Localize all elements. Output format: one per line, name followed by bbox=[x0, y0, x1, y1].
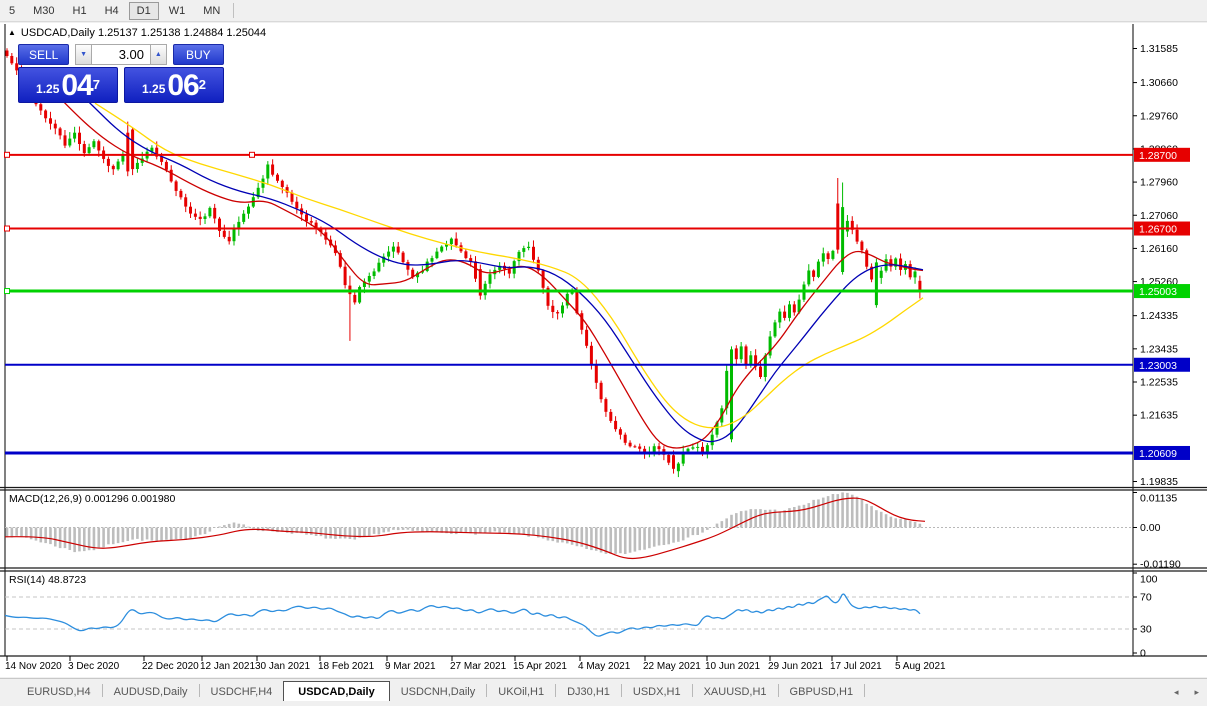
collapse-arrow-icon[interactable]: ▲ bbox=[8, 28, 16, 37]
svg-text:1.23435: 1.23435 bbox=[1140, 343, 1178, 355]
svg-text:18 Feb 2021: 18 Feb 2021 bbox=[318, 661, 375, 672]
svg-text:22 May 2021: 22 May 2021 bbox=[643, 661, 701, 672]
tab-audusd-daily[interactable]: AUDUSD,Daily bbox=[103, 682, 199, 702]
svg-text:1.20609: 1.20609 bbox=[1139, 448, 1177, 460]
svg-text:17 Jul 2021: 17 Jul 2021 bbox=[830, 661, 882, 672]
tab-scroll-left-button[interactable]: ◂ bbox=[1166, 683, 1187, 702]
tab-eurusd-h4[interactable]: EURUSD,H4 bbox=[16, 682, 102, 702]
timeframe-button-h4[interactable]: H4 bbox=[97, 2, 127, 20]
timeframe-button-mn[interactable]: MN bbox=[195, 2, 228, 20]
hline-handle[interactable] bbox=[4, 288, 10, 295]
svg-text:1.28700: 1.28700 bbox=[1139, 150, 1177, 162]
tab-usdcnh-daily[interactable]: USDCNH,Daily bbox=[390, 682, 487, 702]
timeframe-button-h1[interactable]: H1 bbox=[65, 2, 95, 20]
svg-text:1.30660: 1.30660 bbox=[1140, 77, 1178, 89]
svg-text:1.31585: 1.31585 bbox=[1140, 43, 1178, 55]
chart-symbol-label: USDCAD,Daily bbox=[20, 27, 95, 39]
svg-text:29 Jun 2021: 29 Jun 2021 bbox=[768, 661, 823, 672]
tab-scroll-right-button[interactable]: ▸ bbox=[1186, 683, 1207, 702]
svg-text:1.25003: 1.25003 bbox=[1139, 286, 1177, 298]
svg-text:3 Dec 2020: 3 Dec 2020 bbox=[68, 661, 120, 672]
window-bottom-strip bbox=[0, 701, 1207, 706]
ask-price-pip: 2 bbox=[198, 77, 206, 92]
tab-usdx-h1[interactable]: USDX,H1 bbox=[622, 682, 692, 702]
svg-text:0.01135: 0.01135 bbox=[1140, 493, 1177, 505]
svg-text:30: 30 bbox=[1140, 624, 1152, 636]
svg-text:1.21635: 1.21635 bbox=[1140, 410, 1178, 422]
svg-text:14 Nov 2020: 14 Nov 2020 bbox=[5, 661, 62, 672]
svg-text:12 Jan 2021: 12 Jan 2021 bbox=[200, 661, 255, 672]
svg-text:5 Aug 2021: 5 Aug 2021 bbox=[895, 661, 946, 672]
svg-text:10 Jun 2021: 10 Jun 2021 bbox=[705, 661, 760, 672]
chart-title: ▲ USDCAD,Daily 1.25137 1.25138 1.24884 1.… bbox=[8, 27, 266, 39]
tab-gbpusd-h1[interactable]: GBPUSD,H1 bbox=[779, 682, 865, 702]
volume-input[interactable] bbox=[92, 44, 150, 65]
hline-handle[interactable] bbox=[249, 151, 255, 158]
volume-decrease-button[interactable]: ▼ bbox=[75, 44, 92, 65]
svg-text:15 Apr 2021: 15 Apr 2021 bbox=[513, 661, 567, 672]
timeframe-button-5[interactable]: 5 bbox=[1, 2, 23, 20]
svg-text:1.23003: 1.23003 bbox=[1139, 360, 1177, 372]
ask-price-prefix: 1.25 bbox=[142, 82, 166, 96]
svg-text:100: 100 bbox=[1140, 574, 1158, 586]
buy-button[interactable]: BUY bbox=[172, 44, 224, 65]
svg-text:1.27060: 1.27060 bbox=[1140, 210, 1178, 222]
svg-text:9 Mar 2021: 9 Mar 2021 bbox=[385, 661, 436, 672]
trading-platform-window: { "toolbar": { "timeframes": ["5", "M30"… bbox=[0, 0, 1207, 706]
rsi-label: RSI(14) 48.8723 bbox=[9, 574, 86, 586]
toolbar-separator bbox=[233, 3, 235, 18]
timeframe-button-w1[interactable]: W1 bbox=[161, 2, 194, 20]
tab-ukoil-h1[interactable]: UKOil,H1 bbox=[487, 682, 555, 702]
sell-button[interactable]: SELL bbox=[18, 44, 70, 65]
bid-price-prefix: 1.25 bbox=[36, 82, 60, 96]
bid-price-pip: 7 bbox=[92, 77, 100, 92]
svg-text:0: 0 bbox=[1140, 648, 1146, 660]
tab-usdcad-daily[interactable]: USDCAD,Daily bbox=[283, 681, 390, 703]
svg-text:30 Jan 2021: 30 Jan 2021 bbox=[255, 661, 310, 672]
tab-dj30-h1[interactable]: DJ30,H1 bbox=[556, 682, 621, 702]
bid-price-main: 04 bbox=[61, 69, 93, 102]
timeframe-button-m30[interactable]: M30 bbox=[25, 2, 62, 20]
macd-label: MACD(12,26,9) 0.001296 0.001980 bbox=[9, 493, 176, 505]
one-click-trade-panel: SELL ▼ ▲ BUY 1.25 04 7 1.25 06 2 bbox=[18, 44, 224, 103]
svg-text:4 May 2021: 4 May 2021 bbox=[578, 661, 631, 672]
hline-handle[interactable] bbox=[4, 225, 10, 232]
svg-text:0.00: 0.00 bbox=[1140, 522, 1161, 534]
svg-text:27 Mar 2021: 27 Mar 2021 bbox=[450, 661, 507, 672]
volume-increase-button[interactable]: ▲ bbox=[150, 44, 167, 65]
tab-separator bbox=[864, 684, 866, 697]
svg-text:1.27960: 1.27960 bbox=[1140, 177, 1178, 189]
svg-text:-0.01190: -0.01190 bbox=[1140, 559, 1181, 571]
symbol-tab-bar: EURUSD,H4 AUDUSD,Daily USDCHF,H4 USDCAD,Dai… bbox=[0, 678, 1207, 703]
price-chart-canvas[interactable]: 1.315851.306601.297601.288601.279601.270… bbox=[0, 0, 1207, 706]
svg-text:1.19835: 1.19835 bbox=[1140, 476, 1178, 488]
timeframe-toolbar: 5 M30 H1 H4 D1 W1 MN bbox=[0, 0, 1207, 22]
svg-text:1.26160: 1.26160 bbox=[1140, 243, 1178, 255]
ask-price-main: 06 bbox=[167, 69, 199, 102]
svg-text:1.26700: 1.26700 bbox=[1139, 224, 1177, 236]
tab-xauusd-h1[interactable]: XAUUSD,H1 bbox=[693, 682, 778, 702]
timeframe-button-d1[interactable]: D1 bbox=[128, 1, 159, 20]
hline-handle[interactable] bbox=[4, 151, 10, 158]
ask-price-display[interactable]: 1.25 06 2 bbox=[124, 67, 224, 103]
svg-text:1.24335: 1.24335 bbox=[1140, 310, 1178, 322]
chart-ohlc-values: 1.25137 1.25138 1.24884 1.25044 bbox=[97, 27, 267, 39]
tab-usdchf-h4[interactable]: USDCHF,H4 bbox=[200, 682, 284, 702]
svg-text:22 Dec 2020: 22 Dec 2020 bbox=[142, 661, 199, 672]
svg-text:1.29760: 1.29760 bbox=[1140, 110, 1178, 122]
svg-text:1.22535: 1.22535 bbox=[1140, 377, 1178, 389]
chart-frames bbox=[0, 23, 1207, 676]
svg-text:70: 70 bbox=[1140, 592, 1152, 604]
bid-price-display[interactable]: 1.25 04 7 bbox=[18, 67, 118, 103]
